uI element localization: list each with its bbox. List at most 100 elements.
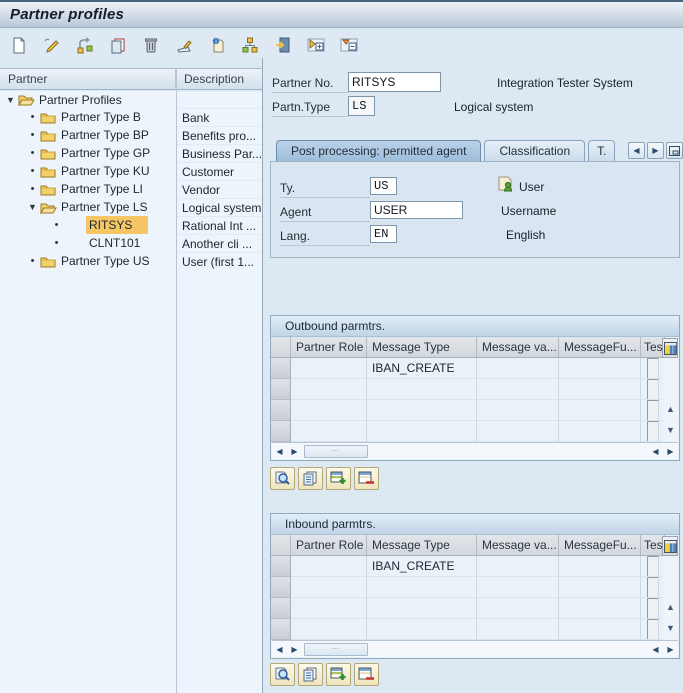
agent-input[interactable] <box>370 201 463 219</box>
col-partner-role[interactable]: Partner Role <box>291 535 367 556</box>
test-checkbox[interactable] <box>647 556 659 577</box>
message-variant-cell[interactable] <box>477 556 559 577</box>
message-type-cell[interactable] <box>367 400 477 421</box>
details-icon[interactable] <box>270 467 295 490</box>
partner-role-cell[interactable] <box>291 619 367 640</box>
tab-post-processing[interactable]: Post processing: permitted agent <box>276 140 481 162</box>
tree-row[interactable]: •Partner Type BBank <box>0 108 262 126</box>
col-message-function[interactable]: MessageFu... <box>559 535 641 556</box>
message-type-cell[interactable]: IBAN_CREATE <box>367 556 477 577</box>
change-icon[interactable] <box>41 34 63 56</box>
scroll-up-icon[interactable]: ▲ <box>664 601 677 614</box>
hscroll-thumb[interactable]: ⋯ <box>304 643 368 656</box>
message-function-cell[interactable] <box>559 400 641 421</box>
row-selector[interactable] <box>271 379 291 400</box>
message-variant-cell[interactable] <box>477 379 559 400</box>
copy-icon[interactable] <box>107 34 129 56</box>
scroll-left-icon[interactable]: ◀ <box>648 444 663 459</box>
row-selector[interactable] <box>271 358 291 379</box>
tree-item-label[interactable]: Partner Type KU <box>58 162 153 180</box>
col-partner-role[interactable]: Partner Role <box>291 337 367 358</box>
tab-scroll-left-icon[interactable]: ◀ <box>628 142 645 159</box>
partner-role-cell[interactable] <box>291 577 367 598</box>
message-function-cell[interactable] <box>559 577 641 598</box>
scroll-right-icon[interactable]: ▶ <box>287 642 302 657</box>
partner-no-input[interactable] <box>348 72 441 92</box>
row-selector[interactable] <box>271 598 291 619</box>
message-function-cell[interactable] <box>559 379 641 400</box>
hierarchy-icon[interactable] <box>239 34 261 56</box>
tab-overview-icon[interactable] <box>666 142 683 159</box>
details-icon[interactable] <box>270 663 295 686</box>
scroll-down-icon[interactable]: ▼ <box>664 622 677 635</box>
message-type-cell[interactable] <box>367 379 477 400</box>
message-variant-cell[interactable] <box>477 577 559 598</box>
message-variant-cell[interactable] <box>477 400 559 421</box>
selector-column-header[interactable] <box>271 337 291 358</box>
row-selector[interactable] <box>271 421 291 442</box>
partner-role-cell[interactable] <box>291 379 367 400</box>
col-message-type[interactable]: Message Type <box>367 535 477 556</box>
message-variant-cell[interactable] <box>477 358 559 379</box>
tree-row[interactable]: •Partner Type LIVendor <box>0 180 262 198</box>
row-selector[interactable] <box>271 619 291 640</box>
test-checkbox[interactable] <box>647 358 659 379</box>
tree-row[interactable]: •Partner Type USUser (first 1... <box>0 252 262 270</box>
delete-row-icon[interactable] <box>354 663 379 686</box>
message-function-cell[interactable] <box>559 358 641 379</box>
table-settings-icon[interactable] <box>662 536 678 556</box>
copy-rows-icon[interactable] <box>298 467 323 490</box>
test-checkbox[interactable] <box>647 598 659 619</box>
partner-role-cell[interactable] <box>291 421 367 442</box>
test-checkbox[interactable] <box>647 400 659 421</box>
row-selector[interactable] <box>271 556 291 577</box>
partner-role-cell[interactable] <box>291 400 367 421</box>
message-variant-cell[interactable] <box>477 598 559 619</box>
insert-row-icon[interactable] <box>326 663 351 686</box>
table-settings-icon[interactable] <box>662 338 678 358</box>
scroll-right-icon[interactable]: ▶ <box>287 444 302 459</box>
test-checkbox[interactable] <box>647 421 659 442</box>
tree-item-label[interactable]: Partner Type BP <box>58 126 152 144</box>
tree-item-label[interactable]: Partner Profiles <box>36 91 125 108</box>
tree-item-label[interactable]: Partner Type GP <box>58 144 153 162</box>
message-type-cell[interactable]: IBAN_CREATE <box>367 358 477 379</box>
tree-row[interactable]: ▼Partner Profiles <box>0 90 262 108</box>
message-type-cell[interactable] <box>367 598 477 619</box>
scroll-up-icon[interactable]: ▲ <box>664 403 677 416</box>
tree-item-label[interactable]: Partner Type LS <box>58 198 151 216</box>
tree-item-label-selected[interactable]: RITSYS <box>86 216 148 234</box>
collapse-all-icon[interactable] <box>338 34 360 56</box>
col-message-type[interactable]: Message Type <box>367 337 477 358</box>
message-function-cell[interactable] <box>559 421 641 442</box>
scroll-right-icon[interactable]: ▶ <box>663 642 678 657</box>
copy-rows-icon[interactable] <box>298 663 323 686</box>
test-checkbox[interactable] <box>647 379 659 400</box>
tree-row[interactable]: ▼Partner Type LSLogical system <box>0 198 262 216</box>
scroll-down-icon[interactable]: ▼ <box>664 424 677 437</box>
test-checkbox[interactable] <box>647 577 659 598</box>
row-selector[interactable] <box>271 577 291 598</box>
tree-item-label[interactable]: Partner Type B <box>58 108 144 126</box>
partner-role-cell[interactable] <box>291 598 367 619</box>
delete-row-icon[interactable] <box>354 467 379 490</box>
document-edit-icon[interactable] <box>173 34 195 56</box>
insert-row-icon[interactable] <box>326 467 351 490</box>
partner-role-cell[interactable] <box>291 556 367 577</box>
delete-icon[interactable] <box>140 34 162 56</box>
message-type-cell[interactable] <box>367 421 477 442</box>
display-change-icon[interactable] <box>272 34 294 56</box>
tab-scroll-right-icon[interactable]: ▶ <box>647 142 664 159</box>
copy-with-template-icon[interactable] <box>74 34 96 56</box>
message-type-cell[interactable] <box>367 619 477 640</box>
scroll-left-icon[interactable]: ◀ <box>272 444 287 459</box>
col-message-variant[interactable]: Message va... <box>477 535 559 556</box>
create-icon[interactable] <box>8 34 30 56</box>
message-type-cell[interactable] <box>367 577 477 598</box>
scroll-right-icon[interactable]: ▶ <box>663 444 678 459</box>
message-function-cell[interactable] <box>559 598 641 619</box>
tree-row[interactable]: •CLNT101Another cli ... <box>0 234 262 252</box>
partn-type-input[interactable] <box>348 96 375 116</box>
expander-icon[interactable]: ▼ <box>25 198 40 216</box>
partner-role-cell[interactable] <box>291 358 367 379</box>
